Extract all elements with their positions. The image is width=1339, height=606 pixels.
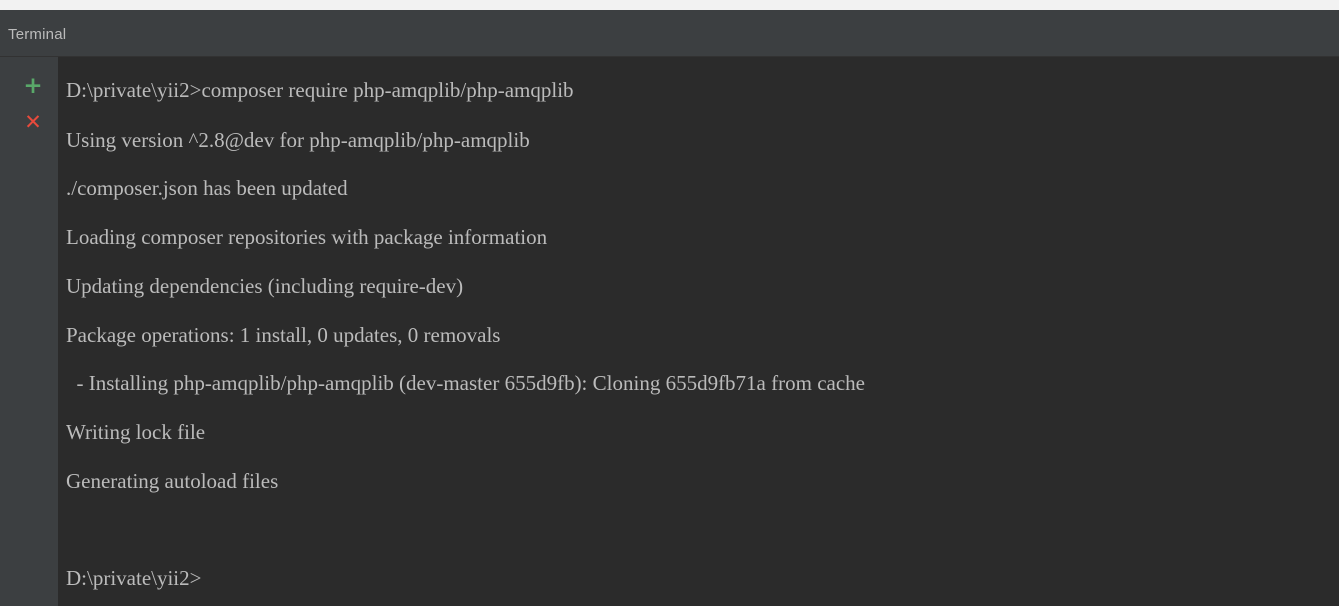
panel-title[interactable]: Terminal (8, 26, 66, 43)
terminal-toolbar: + ✕ (0, 57, 58, 606)
new-session-icon[interactable]: + (20, 73, 46, 99)
terminal-line: Updating dependencies (including require… (66, 274, 464, 298)
terminal-line-command: D:\private\yii2>composer require php-amq… (66, 78, 574, 102)
terminal-line: Loading composer repositories with packa… (66, 225, 548, 249)
terminal-panel-header: Terminal (0, 10, 1339, 57)
close-session-icon[interactable]: ✕ (20, 109, 46, 135)
window-top-strip (0, 0, 1339, 10)
terminal-line: ./composer.json has been updated (66, 176, 348, 200)
terminal-line-prompt[interactable]: D:\private\yii2> (66, 565, 202, 591)
terminal-output[interactable]: D:\private\yii2>composer require php-amq… (58, 57, 1339, 606)
terminal-line: - Installing php-amqplib/php-amqplib (de… (66, 371, 865, 395)
terminal-line: Generating autoload files (66, 469, 279, 493)
terminal-line: Writing lock file (66, 420, 206, 444)
terminal-line: Using version ^2.8@dev for php-amqplib/p… (66, 128, 530, 152)
terminal-line: Package operations: 1 install, 0 updates… (66, 323, 501, 347)
